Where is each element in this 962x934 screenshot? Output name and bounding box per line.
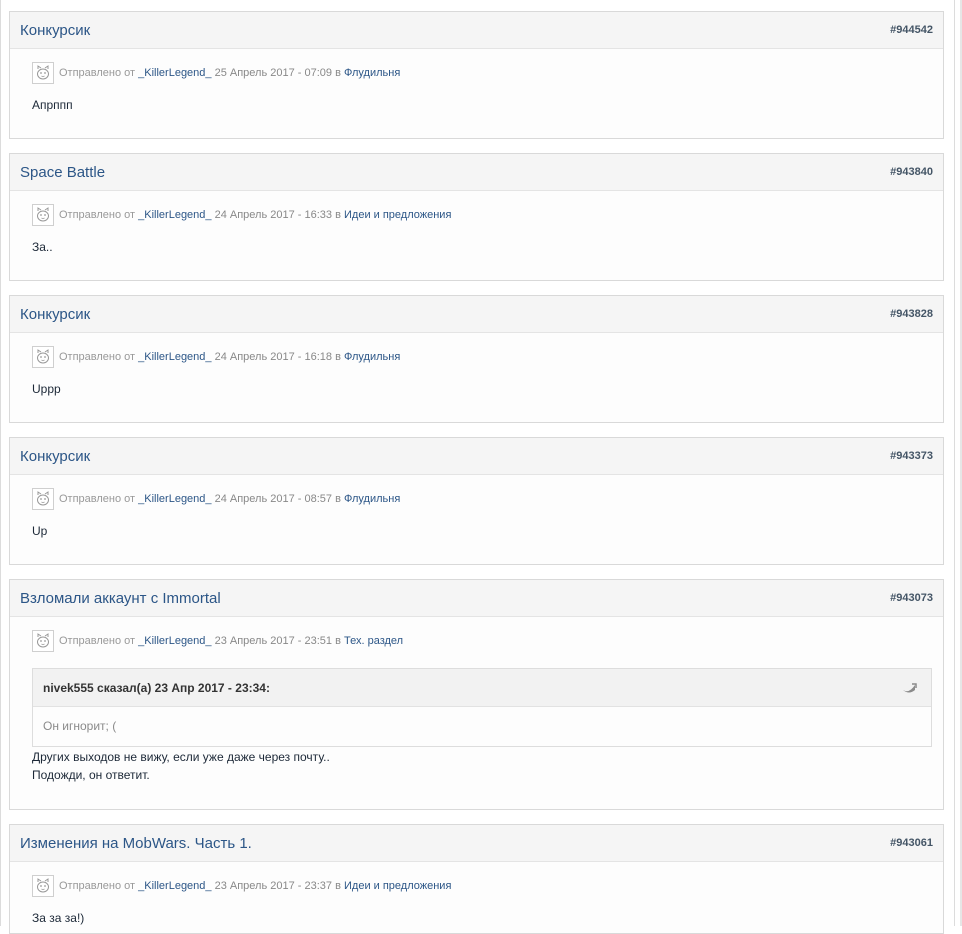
quote-text: Он игнорит; (: [43, 719, 117, 733]
post-content-line: Других выходов не вижу, если уже даже че…: [32, 750, 330, 764]
post-meta: Отправлено от _KillerLegend_ 23 Апрель 2…: [32, 874, 451, 898]
post-date: 25 Апрель 2017 - 07:09: [214, 67, 333, 79]
post-meta: Отправлено от _KillerLegend_ 25 Апрель 2…: [32, 61, 400, 85]
post-header: Конкурсик #943828: [10, 296, 943, 333]
post-meta: Отправлено от _KillerLegend_ 24 Апрель 2…: [32, 345, 400, 369]
post-date: 24 Апрель 2017 - 08:57: [214, 493, 333, 505]
in-label: в: [335, 67, 341, 79]
post-date: 24 Апрель 2017 - 16:18: [214, 351, 333, 363]
quote-block: nivek555 сказал(а) 23 Апр 2017 - 23:34: …: [32, 668, 932, 747]
post-meta-text: Отправлено от _KillerLegend_ 23 Апрель 2…: [59, 635, 403, 647]
left-border: [0, 0, 1, 926]
post-card: Взломали аккаунт с Immortal #943073 Отпр…: [9, 579, 944, 810]
post-card: Space Battle #943840 Отправлено от _Kill…: [9, 153, 944, 281]
sent-label: Отправлено от: [59, 493, 136, 505]
author-link[interactable]: _KillerLegend_: [138, 635, 211, 647]
forum-link[interactable]: Тех. раздел: [344, 635, 403, 647]
post-title-link[interactable]: Изменения на MobWars. Часть 1.: [20, 835, 252, 852]
sent-label: Отправлено от: [59, 351, 136, 363]
avatar-face-icon[interactable]: [32, 875, 54, 897]
post-content: За..: [32, 240, 53, 254]
post-number[interactable]: #943828: [890, 308, 933, 320]
quote-body: Он игнорит; (: [33, 707, 931, 746]
post-card: Изменения на MobWars. Часть 1. #943061 О…: [9, 824, 944, 934]
post-content: Up: [32, 524, 48, 538]
author-link[interactable]: _KillerLegend_: [138, 67, 211, 79]
post-card: Конкурсик #943828 Отправлено от _KillerL…: [9, 295, 944, 423]
quote-header: nivek555 сказал(а) 23 Апр 2017 - 23:34:: [33, 669, 931, 707]
quote-author: nivek555 сказал(а) 23 Апр 2017 - 23:34:: [43, 681, 270, 695]
post-content: За за за!): [32, 911, 85, 925]
post-content-line: Подожди, он ответит.: [32, 768, 150, 782]
post-date: 23 Апрель 2017 - 23:51: [214, 635, 333, 647]
post-header: Конкурсик #943373: [10, 438, 943, 475]
avatar-face-icon[interactable]: [32, 204, 54, 226]
post-meta: Отправлено от _KillerLegend_ 24 Апрель 2…: [32, 203, 451, 227]
post-title-link[interactable]: Взломали аккаунт с Immortal: [20, 590, 221, 607]
author-link[interactable]: _KillerLegend_: [138, 493, 211, 505]
avatar-face-icon[interactable]: [32, 346, 54, 368]
post-meta-text: Отправлено от _KillerLegend_ 24 Апрель 2…: [59, 209, 451, 221]
post-card: Конкурсик #943373 Отправлено от _KillerL…: [9, 437, 944, 565]
post-title-link[interactable]: Space Battle: [20, 164, 105, 181]
in-label: в: [335, 635, 341, 647]
sent-label: Отправлено от: [59, 635, 136, 647]
post-meta: Отправлено от _KillerLegend_ 24 Апрель 2…: [32, 487, 400, 511]
forum-link[interactable]: Идеи и предложения: [344, 880, 451, 892]
post-meta-text: Отправлено от _KillerLegend_ 25 Апрель 2…: [59, 67, 400, 79]
post-header: Конкурсик #944542: [10, 12, 943, 49]
forum-link[interactable]: Флудильня: [344, 351, 400, 363]
sent-label: Отправлено от: [59, 209, 136, 221]
sent-label: Отправлено от: [59, 880, 136, 892]
author-link[interactable]: _KillerLegend_: [138, 351, 211, 363]
post-title-link[interactable]: Конкурсик: [20, 22, 90, 39]
avatar-face-icon[interactable]: [32, 62, 54, 84]
in-label: в: [335, 209, 341, 221]
right-border: [954, 0, 955, 926]
post-number[interactable]: #944542: [890, 24, 933, 36]
post-header: Взломали аккаунт с Immortal #943073: [10, 580, 943, 617]
avatar-face-icon[interactable]: [32, 488, 54, 510]
post-content: Апpппп: [32, 98, 73, 112]
forum-link[interactable]: Флудильня: [344, 67, 400, 79]
post-meta-text: Отправлено от _KillerLegend_ 24 Апрель 2…: [59, 351, 400, 363]
author-link[interactable]: _KillerLegend_: [138, 209, 211, 221]
post-meta-text: Отправлено от _KillerLegend_ 24 Апрель 2…: [59, 493, 400, 505]
post-date: 23 Апрель 2017 - 23:37: [214, 880, 333, 892]
post-meta: Отправлено от _KillerLegend_ 23 Апрель 2…: [32, 629, 403, 653]
quote-return-icon[interactable]: [901, 681, 917, 698]
post-number[interactable]: #943073: [890, 592, 933, 604]
in-label: в: [335, 351, 341, 363]
in-label: в: [335, 493, 341, 505]
post-number[interactable]: #943061: [890, 837, 933, 849]
in-label: в: [335, 880, 341, 892]
post-title-link[interactable]: Конкурсик: [20, 448, 90, 465]
post-content: Uppp: [32, 382, 61, 396]
post-title-link[interactable]: Конкурсик: [20, 306, 90, 323]
post-meta-text: Отправлено от _KillerLegend_ 23 Апрель 2…: [59, 880, 451, 892]
forum-link[interactable]: Флудильня: [344, 493, 400, 505]
avatar-face-icon[interactable]: [32, 630, 54, 652]
post-header: Изменения на MobWars. Часть 1. #943061: [10, 825, 943, 862]
author-link[interactable]: _KillerLegend_: [138, 880, 211, 892]
sent-label: Отправлено от: [59, 67, 136, 79]
post-date: 24 Апрель 2017 - 16:33: [214, 209, 333, 221]
post-number[interactable]: #943840: [890, 166, 933, 178]
post-number[interactable]: #943373: [890, 450, 933, 462]
forum-link[interactable]: Идеи и предложения: [344, 209, 451, 221]
post-card: Конкурсик #944542 Отправлено от _KillerL…: [9, 11, 944, 139]
post-header: Space Battle #943840: [10, 154, 943, 191]
